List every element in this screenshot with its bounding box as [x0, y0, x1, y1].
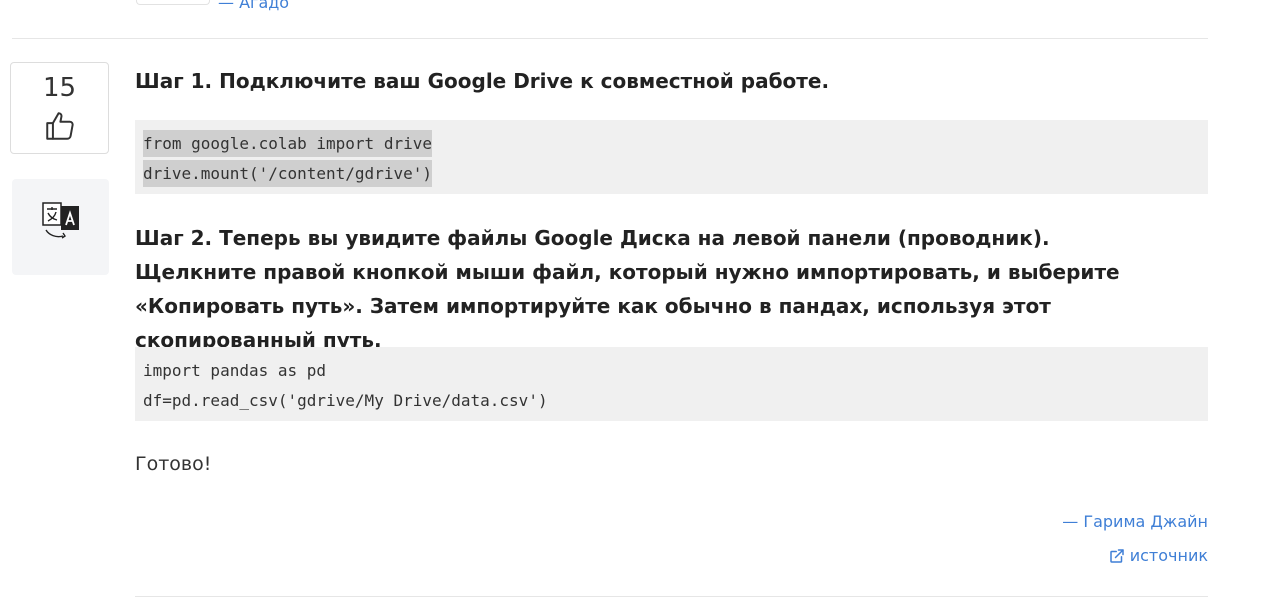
thumbs-up-icon[interactable] — [43, 109, 77, 143]
previous-answer-author[interactable]: — Агадо — [218, 0, 289, 12]
vote-count: 15 — [42, 73, 77, 103]
code-block-1[interactable]: from google.colab import drive drive.mou… — [135, 120, 1208, 194]
step-1-text: Шаг 1. Подключите ваш Google Drive к сов… — [135, 69, 830, 93]
vote-box: 15 — [10, 62, 109, 154]
code-block-2[interactable]: import pandas as pd df=pd.read_csv('gdri… — [135, 347, 1208, 421]
code-line: drive.mount('/content/gdrive') — [143, 160, 432, 187]
external-link-icon — [1109, 548, 1124, 563]
code-line: from google.colab import drive — [143, 130, 432, 157]
step-2-text: Шаг 2. Теперь вы увидите файлы Google Ди… — [135, 226, 1120, 352]
previous-answer-box — [136, 0, 210, 5]
translate-button[interactable] — [12, 179, 109, 275]
code-line: df=pd.read_csv('gdrive/My Drive/data.csv… — [143, 391, 548, 410]
divider — [135, 596, 1208, 597]
source-link[interactable]: источник — [1108, 546, 1208, 565]
divider — [12, 38, 1208, 39]
source-label: источник — [1129, 546, 1208, 565]
done-text: Готово! — [135, 453, 212, 475]
code-line: import pandas as pd — [143, 361, 327, 380]
translate-icon — [42, 202, 79, 239]
answer-author-link[interactable]: — Гарима Джайн — [1062, 512, 1208, 531]
